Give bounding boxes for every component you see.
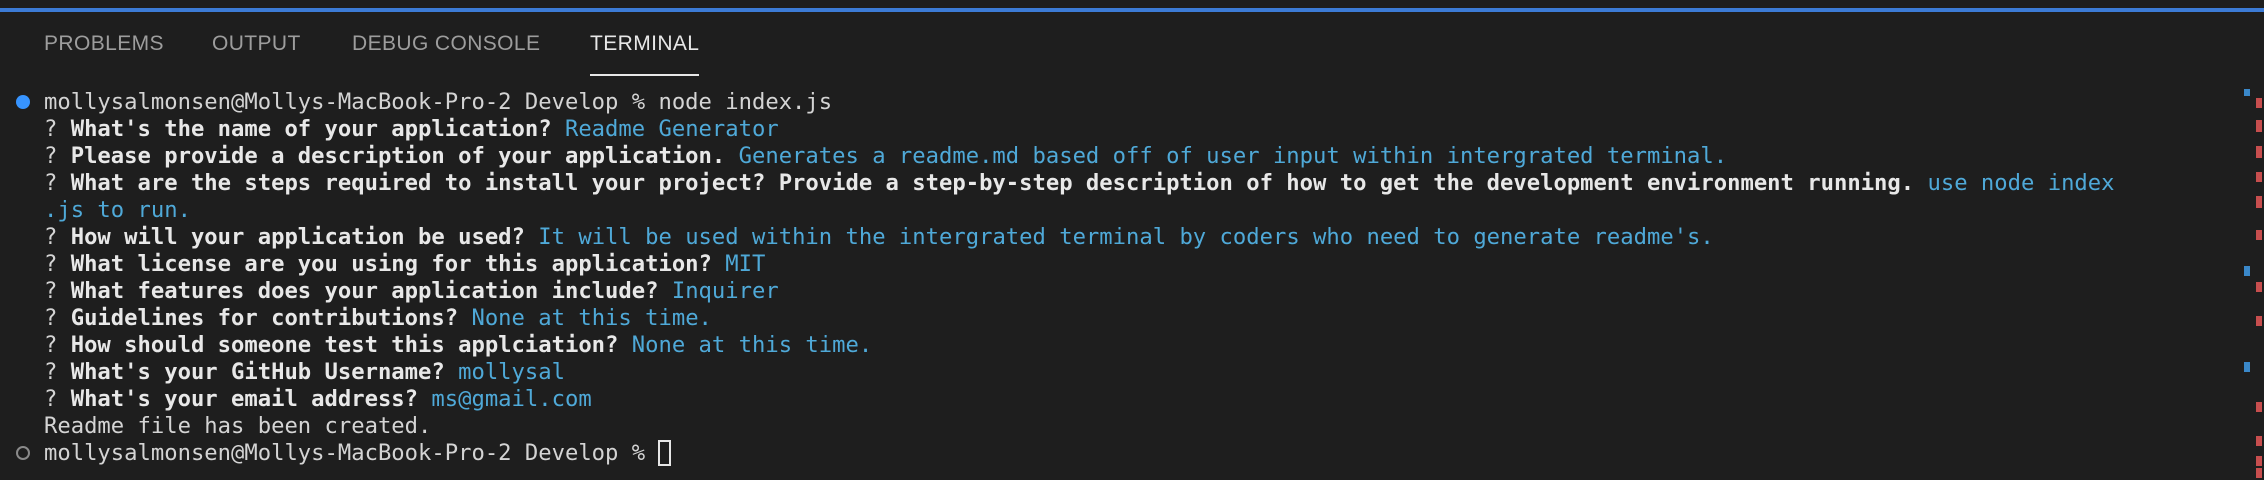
result-text: Readme file has been created.: [44, 413, 432, 439]
scroll-marker: [2256, 196, 2262, 208]
terminal-cursor: [658, 440, 672, 466]
shell-prompt: mollysalmonsen@Mollys-MacBook-Pro-2 Deve…: [44, 89, 659, 115]
scroll-marker: [2244, 89, 2250, 96]
scroll-marker: [2244, 266, 2250, 276]
question-text: What's your GitHub Username?: [70, 359, 445, 385]
command-line-current: mollysalmonsen@Mollys-MacBook-Pro-2 Deve…: [44, 440, 672, 466]
qa-line: ? What features does your application in…: [44, 278, 779, 304]
answer-text: use node index: [1927, 170, 2115, 196]
question-text: What features does your application incl…: [70, 278, 659, 304]
question-text: How should someone test this applciation…: [70, 332, 619, 358]
scroll-marker: [2256, 282, 2262, 292]
answer-text: Generates a readme.md based off of user …: [738, 143, 1728, 169]
question-text: What's your email address?: [70, 386, 419, 412]
command-text: node index.js: [658, 89, 833, 115]
qa-line: ? How should someone test this applciati…: [44, 332, 873, 358]
scroll-marker: [2256, 436, 2262, 446]
qa-line: ? What are the steps required to install…: [44, 170, 2115, 196]
question-text: Please provide a description of your app…: [70, 143, 726, 169]
answer-text: Readme Generator: [564, 116, 779, 142]
answer-text: .js to run.: [44, 197, 191, 223]
terminal-scrollbar[interactable]: [2240, 84, 2264, 480]
answer-text: It will be used within the intergrated t…: [538, 224, 1714, 250]
answer-text: MIT: [725, 251, 766, 277]
question-text: How will your application be used?: [70, 224, 525, 250]
scroll-marker: [2256, 402, 2262, 412]
scroll-marker: [2256, 146, 2262, 158]
qa-line: ? What license are you using for this ap…: [44, 251, 766, 277]
question-text: What's the name of your application?: [70, 116, 552, 142]
scroll-marker: [2256, 120, 2262, 132]
scroll-marker: [2256, 456, 2262, 466]
tab-output[interactable]: OUTPUT: [212, 32, 301, 76]
tab-debug-console[interactable]: DEBUG CONSOLE: [352, 32, 540, 76]
shell-prompt: mollysalmonsen@Mollys-MacBook-Pro-2 Deve…: [44, 440, 659, 466]
qa-line: ? What's your email address? ms@gmail.co…: [44, 386, 592, 412]
scroll-marker: [2256, 230, 2262, 240]
command-line: mollysalmonsen@Mollys-MacBook-Pro-2 Deve…: [44, 89, 832, 115]
scroll-marker: [2256, 468, 2262, 478]
scroll-marker: [2256, 98, 2262, 108]
answer-text: ms@gmail.com: [431, 386, 592, 412]
question-text: Guidelines for contributions?: [70, 305, 459, 331]
panel-tabs: PROBLEMS OUTPUT DEBUG CONSOLE TERMINAL: [0, 12, 2264, 78]
answer-text: None at this time.: [631, 332, 873, 358]
answer-text: mollysal: [458, 359, 565, 385]
qa-line: ? What's your GitHub Username? mollysal: [44, 359, 565, 385]
answer-text: Inquirer: [671, 278, 779, 304]
qa-line: ? What's the name of your application? R…: [44, 116, 779, 142]
scroll-marker: [2256, 172, 2262, 182]
qa-line-continuation: .js to run.: [44, 197, 191, 223]
tab-problems[interactable]: PROBLEMS: [44, 32, 164, 76]
scroll-marker: [2244, 362, 2250, 372]
qa-line: ? How will your application be used? It …: [44, 224, 1714, 250]
scroll-marker: [2256, 316, 2262, 326]
tab-terminal[interactable]: TERMINAL: [590, 32, 700, 76]
command-status-success-icon[interactable]: [16, 95, 30, 109]
editor-top-strip: [0, 0, 2264, 12]
terminal-output[interactable]: mollysalmonsen@Mollys-MacBook-Pro-2 Deve…: [0, 84, 2240, 480]
qa-line: ? Guidelines for contributions? None at …: [44, 305, 712, 331]
question-text: What license are you using for this appl…: [70, 251, 712, 277]
command-status-pending-icon[interactable]: [16, 446, 30, 460]
qa-line: ? Please provide a description of your a…: [44, 143, 1728, 169]
question-text: What are the steps required to install y…: [70, 170, 1915, 196]
answer-text: None at this time.: [471, 305, 712, 331]
